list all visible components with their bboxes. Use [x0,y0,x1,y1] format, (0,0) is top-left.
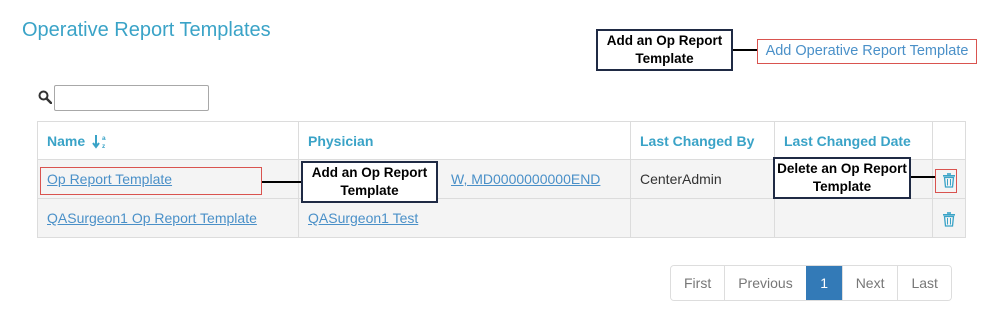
callout-connector [733,49,757,51]
template-name-highlight [40,167,262,195]
callout-add-op-report-header: Add an Op Report Template [596,29,733,71]
pagination-next[interactable]: Next [841,266,898,300]
last-changed-by: CenterAdmin [640,171,722,187]
physician-link[interactable]: QASurgeon1 Test [308,210,418,226]
callout-delete-op-report: Delete an Op Report Template [773,157,911,199]
delete-icon-highlight [935,169,957,193]
pagination-last[interactable]: Last [897,266,951,300]
template-name-link[interactable]: QASurgeon1 Op Report Template [47,210,257,226]
column-header-actions [932,121,966,160]
trash-icon[interactable] [941,211,957,227]
callout-connector [262,181,302,183]
column-header-last-changed-date[interactable]: Last Changed Date [774,121,933,160]
add-operative-report-template-link[interactable]: Add Operative Report Template [757,39,977,64]
svg-text:a: a [102,135,106,142]
column-header-last-changed-by[interactable]: Last Changed By [630,121,775,160]
pagination-previous[interactable]: Previous [724,266,806,300]
pagination-first[interactable]: First [671,266,725,300]
search-icon [38,90,52,104]
pagination: First Previous 1 Next Last [670,265,952,301]
search-input[interactable] [54,85,209,111]
pagination-page-current[interactable]: 1 [805,266,842,300]
column-header-name[interactable]: Name a z [37,121,299,160]
page-title: Operative Report Templates [22,19,271,41]
physician-link[interactable]: W, MD0000000000END [451,171,600,187]
table-row: QASurgeon1 Op Report Template QASurgeon1… [37,198,966,238]
svg-text:z: z [102,143,106,149]
callout-add-op-report-row: Add an Op Report Template [301,161,438,203]
column-header-physician[interactable]: Physician [298,121,631,160]
sort-alpha-asc-icon[interactable]: a z [92,133,108,149]
callout-connector [911,176,936,178]
column-header-name-label: Name [47,132,86,149]
table-header-row: Name a z Physician Last Changed By Last … [37,121,966,160]
